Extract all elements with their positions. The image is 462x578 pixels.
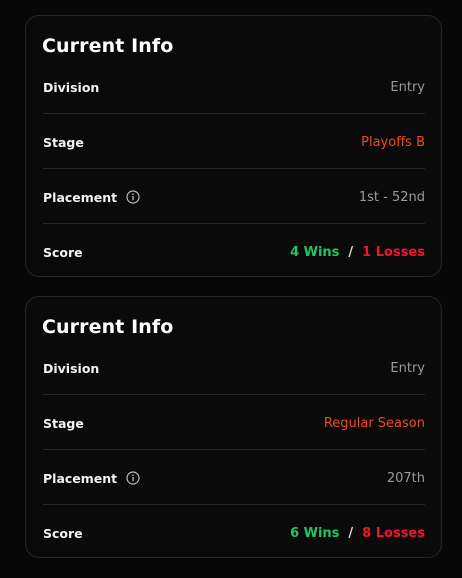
division-value: Entry: [390, 360, 425, 376]
card-title: Current Info: [42, 35, 174, 57]
wins-count: 4 Wins: [290, 244, 340, 260]
row-divider: [43, 223, 425, 224]
row-divider: [43, 394, 425, 395]
score-value: 6 Wins / 8 Losses: [290, 526, 425, 541]
score-separator: /: [348, 525, 354, 541]
score-row: Score 6 Wins / 8 Losses: [43, 523, 425, 543]
placement-value: 207th: [386, 470, 425, 486]
current-info-card: Current Info Division Entry Stage Regula…: [25, 296, 442, 558]
row-divider: [43, 449, 425, 450]
row-divider: [43, 168, 425, 169]
placement-label-group: Placement: [43, 190, 140, 205]
stage-value: Playoffs B: [361, 134, 425, 150]
stage-row: Stage Regular Season: [43, 413, 425, 433]
score-label: Score: [43, 244, 83, 260]
placement-row: Placement 1st - 52nd: [43, 187, 425, 207]
row-divider: [43, 113, 425, 114]
info-circle-icon[interactable]: [126, 471, 140, 485]
current-info-card: Current Info Division Entry Stage Playof…: [25, 15, 442, 277]
division-row: Division Entry: [43, 358, 425, 378]
division-label: Division: [43, 79, 100, 95]
losses-count: 8 Losses: [362, 525, 425, 541]
placement-label-group: Placement: [43, 471, 140, 486]
division-row: Division Entry: [43, 77, 425, 97]
losses-count: 1 Losses: [362, 244, 425, 260]
wins-count: 6 Wins: [290, 525, 340, 541]
info-circle-icon[interactable]: [126, 190, 140, 204]
row-divider: [43, 504, 425, 505]
placement-label: Placement: [43, 189, 118, 205]
placement-row: Placement 207th: [43, 468, 425, 488]
placement-label: Placement: [43, 470, 118, 486]
score-separator: /: [348, 244, 354, 260]
score-label: Score: [43, 525, 83, 541]
score-row: Score 4 Wins / 1 Losses: [43, 242, 425, 262]
score-value: 4 Wins / 1 Losses: [290, 245, 425, 260]
stage-row: Stage Playoffs B: [43, 132, 425, 152]
placement-value: 1st - 52nd: [358, 189, 425, 205]
card-title: Current Info: [42, 316, 174, 338]
stage-label: Stage: [43, 415, 84, 431]
division-label: Division: [43, 360, 100, 376]
stage-label: Stage: [43, 134, 84, 150]
stage-value: Regular Season: [323, 415, 425, 431]
division-value: Entry: [390, 79, 425, 95]
